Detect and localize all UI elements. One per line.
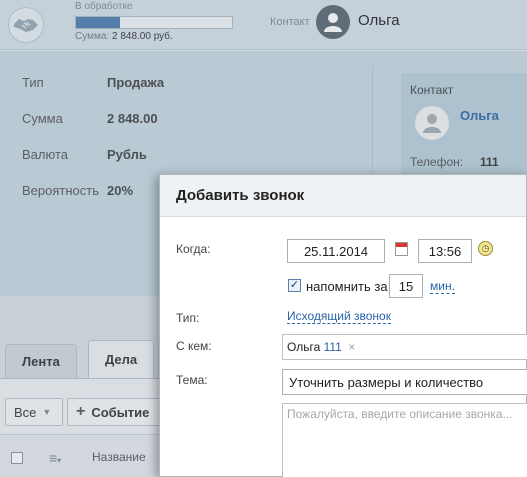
remind-label: напомнить за xyxy=(306,279,388,294)
description-textarea[interactable]: Пожалуйста, введите описание звонка... xyxy=(282,403,527,477)
field-probability-label: Вероятность xyxy=(22,183,99,198)
add-call-dialog: Добавить звонок Когда: ◷ ✓ напомнить за … xyxy=(159,174,527,477)
column-menu-icon[interactable]: ≡▾ xyxy=(49,450,61,466)
deal-progress-bar xyxy=(75,16,233,29)
plus-icon: + xyxy=(76,403,86,420)
participant-phone[interactable]: 111 xyxy=(324,340,342,354)
participant-field[interactable]: Ольга 111 × xyxy=(282,334,527,360)
when-label: Когда: xyxy=(176,242,211,256)
chevron-down-icon: ▼ xyxy=(42,407,52,417)
type-label: Тип: xyxy=(176,311,200,325)
contact-card: Контакт Ольга Телефон: 111 xyxy=(401,73,527,178)
deal-progress-fill xyxy=(76,17,120,28)
remove-participant-icon[interactable]: × xyxy=(348,340,355,354)
calendar-icon[interactable] xyxy=(395,242,408,256)
participant-name: Ольга xyxy=(287,340,321,354)
subject-input[interactable] xyxy=(282,369,527,395)
filter-dropdown-label: Все xyxy=(14,404,37,420)
date-input[interactable] xyxy=(287,239,385,263)
tab-activities[interactable]: Дела xyxy=(88,340,155,378)
dialog-header: Добавить звонок xyxy=(160,175,526,217)
add-event-label: Событие xyxy=(91,404,150,420)
with-label: С кем: xyxy=(176,339,212,353)
contact-avatar[interactable] xyxy=(316,5,350,39)
clock-icon[interactable]: ◷ xyxy=(478,241,493,256)
select-all-checkbox[interactable] xyxy=(11,452,23,464)
field-probability-value: 20% xyxy=(107,183,134,198)
contact-card-avatar[interactable] xyxy=(415,106,449,140)
field-sum-label: Сумма xyxy=(22,111,63,126)
field-sum-value: 2 848.00 xyxy=(107,111,158,126)
contact-card-phone[interactable]: 111 xyxy=(480,155,499,169)
user-icon xyxy=(423,114,441,133)
contact-card-name[interactable]: Ольга xyxy=(460,108,499,123)
time-input[interactable] xyxy=(418,239,472,263)
contact-name[interactable]: Ольга xyxy=(358,12,400,29)
remind-unit-selector[interactable]: мин. xyxy=(430,279,455,294)
field-type-label: Тип xyxy=(22,75,44,90)
contact-card-phone-label: Телефон: xyxy=(410,155,464,169)
deal-sum: Сумма: 2 848.00 руб. xyxy=(75,31,173,42)
subject-label: Тема: xyxy=(176,373,208,387)
call-type-selector[interactable]: Исходящий звонок xyxy=(287,309,391,324)
deal-sum-value: 2 848.00 руб. xyxy=(111,31,173,42)
field-currency-label: Валюта xyxy=(22,147,68,162)
remind-checkbox[interactable]: ✓ xyxy=(288,279,301,292)
deal-stage-label: В обработке xyxy=(75,1,133,12)
contact-card-title: Контакт xyxy=(410,83,454,97)
handshake-icon xyxy=(8,7,44,43)
remind-minutes-input[interactable] xyxy=(389,274,423,298)
field-currency-value: Рубль xyxy=(107,147,147,162)
add-event-button[interactable]: + Событие xyxy=(67,398,167,426)
dialog-title: Добавить звонок xyxy=(176,187,305,204)
field-type-value: Продажа xyxy=(107,75,165,90)
column-header-name[interactable]: Название xyxy=(92,450,146,464)
user-icon xyxy=(324,13,342,32)
deal-header: В обработке Сумма: 2 848.00 руб. Контакт… xyxy=(0,0,527,50)
contact-label: Контакт xyxy=(270,16,310,28)
deal-sum-label: Сумма: xyxy=(75,31,110,42)
filter-dropdown[interactable]: Все ▼ xyxy=(5,398,63,426)
tab-feed[interactable]: Лента xyxy=(5,344,77,378)
